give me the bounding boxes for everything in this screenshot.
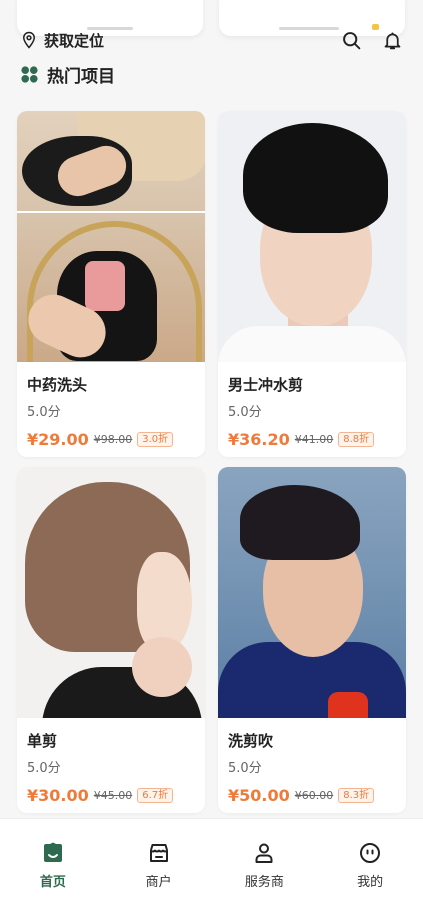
product-card[interactable]: 单剪 5.0分 ¥30.00 ¥45.00 6.7折 [17,467,205,813]
product-grid: 中药洗头 5.0分 ¥29.00 ¥98.00 3.0折 男士冲水剪 5.0分 … [17,111,406,813]
nav-item-home[interactable]: 首页 [13,841,93,907]
product-original-price: ¥45.00 [93,788,133,802]
home-icon [41,841,65,865]
nav-label: 商户 [145,875,172,890]
profile-face-icon [358,841,382,865]
product-name: 男士冲水剪 [228,376,304,394]
product-original-price: ¥60.00 [294,788,334,802]
discount-badge: 8.3折 [338,787,375,803]
bell-icon[interactable] [382,30,403,51]
product-card[interactable]: 男士冲水剪 5.0分 ¥36.20 ¥41.00 8.8折 [218,111,406,457]
product-name: 洗剪吹 [228,732,274,750]
bottom-nav: 首页 商户 服务商 我的 [0,818,423,907]
discount-badge: 3.0折 [137,431,174,447]
product-name: 单剪 [27,732,58,750]
product-original-price: ¥98.00 [93,432,133,446]
product-score: 5.0分 [27,761,61,776]
hair-wash-photo [17,111,205,362]
section-title: 热门项目 [47,67,115,87]
product-price: ¥30.00 [27,785,89,805]
section-header: 热门项目 [20,62,115,87]
nav-label: 服务商 [244,875,284,890]
location-pin-icon [20,31,38,49]
clover-icon [20,65,39,84]
nav-item-shop[interactable]: 商户 [119,841,199,907]
nav-item-provider[interactable]: 服务商 [224,841,304,907]
product-price: ¥50.00 [228,785,290,805]
discount-badge: 6.7折 [137,787,174,803]
product-name: 中药洗头 [27,376,88,394]
product-original-price: ¥41.00 [294,432,334,446]
user-icon [252,841,276,865]
product-price: ¥36.20 [228,429,290,449]
discount-badge: 8.8折 [338,431,375,447]
product-score: 5.0分 [27,405,61,420]
bob-haircut-photo [17,467,205,718]
product-card[interactable]: 中药洗头 5.0分 ¥29.00 ¥98.00 3.0折 [17,111,205,457]
shop-icon [147,841,171,865]
product-price: ¥29.00 [27,429,89,449]
product-score: 5.0分 [228,761,262,776]
nav-item-mine[interactable]: 我的 [330,841,410,907]
short-haircut-photo [218,467,406,718]
men-haircut-photo [218,111,406,362]
location-label: 获取定位 [44,31,105,50]
search-icon[interactable] [341,30,362,51]
nav-label: 我的 [357,875,384,890]
product-card[interactable]: 洗剪吹 5.0分 ¥50.00 ¥60.00 8.3折 [218,467,406,813]
nav-label: 首页 [39,875,66,890]
location-bar: 获取定位 [20,28,403,52]
location-button[interactable]: 获取定位 [20,30,104,51]
product-score: 5.0分 [228,405,262,420]
